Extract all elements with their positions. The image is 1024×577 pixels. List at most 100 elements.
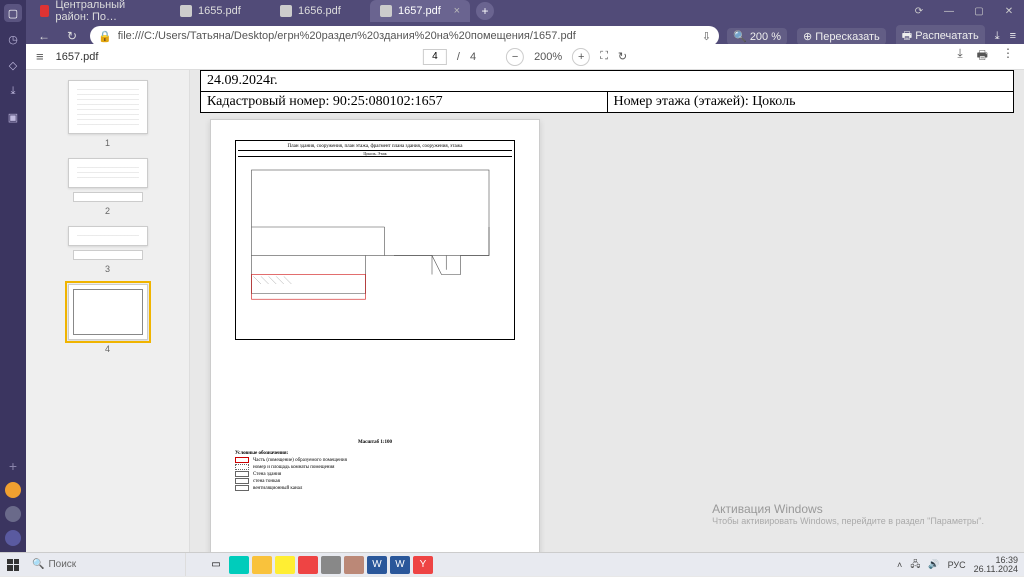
meta-cadastral: Кадастровый номер: 90:25:080102:1657 [201, 92, 608, 113]
rail-app-3[interactable] [5, 530, 21, 546]
address-bar[interactable]: 🔒 file:///C:/Users/Татьяна/Desktop/егрн%… [90, 26, 719, 46]
rotate-icon[interactable]: ↻ [618, 50, 627, 63]
meta-date: 24.09.2024г. [201, 71, 1014, 92]
page-scroll[interactable]: 24.09.2024г. Кадастровый номер: 90:25:08… [190, 70, 1024, 552]
zoom-out-button[interactable]: − [506, 48, 524, 66]
thumbnail-3b[interactable] [73, 250, 143, 260]
thumbnail-2a[interactable] [68, 158, 148, 188]
lang-indicator[interactable]: РУС [948, 560, 966, 570]
zoom-in-button[interactable]: + [572, 48, 590, 66]
yandex-icon[interactable] [298, 556, 318, 574]
meta-floor: Номер этажа (этажей): Цоколь [607, 92, 1014, 113]
windows-logo-icon [7, 559, 19, 571]
start-button[interactable] [0, 553, 26, 577]
zoom-level: 200% [534, 51, 562, 63]
download-icon[interactable]: ⤓ [957, 46, 962, 67]
folder-icon[interactable] [252, 556, 272, 574]
legend-title: Условные обозначения: [235, 451, 515, 456]
reload-button[interactable]: ↻ [62, 26, 82, 46]
tray-up-icon[interactable]: ˄ [897, 560, 902, 570]
taskbar: 🔍Поиск ▭ W W Y ˄ 🖧 🔊 РУС 16:39 26.11.202… [0, 552, 1024, 576]
rail-icon-note[interactable]: ▣ [4, 108, 22, 126]
minimize-button[interactable]: — [934, 0, 964, 22]
volume-icon[interactable]: 🔊 [928, 559, 939, 570]
network-icon[interactable]: 🖧 [910, 557, 920, 573]
thumbnail-3a[interactable] [68, 226, 148, 246]
system-tray: ˄ 🖧 🔊 РУС 16:39 26.11.2024 [897, 556, 1024, 574]
tab-4[interactable]: 1657.pdf × [370, 0, 470, 22]
pdf-title: 1657.pdf [56, 51, 99, 63]
edge-icon[interactable] [229, 556, 249, 574]
plan-title: План здания, сооружения, план этажа, фра… [238, 143, 512, 151]
pdf-favicon [380, 5, 392, 17]
thumbnail-4[interactable] [68, 284, 148, 340]
thumbnail-num: 1 [105, 138, 110, 148]
app-icon[interactable] [275, 556, 295, 574]
thumbnail-1[interactable] [68, 80, 148, 134]
legend: Условные обозначения: Часть (помещение) … [235, 451, 515, 491]
menu-icon[interactable]: ≡ [1010, 30, 1016, 42]
tab-1[interactable]: Центральный район: По… [30, 0, 170, 22]
page-total: 4 [470, 51, 476, 63]
close-icon[interactable]: × [454, 5, 460, 17]
new-tab-button[interactable]: + [476, 2, 494, 20]
tab-3[interactable]: 1656.pdf [270, 0, 370, 22]
thumbnail-num: 3 [105, 264, 110, 274]
retell-button[interactable]: ⊕ Пересказать [797, 28, 886, 45]
back-button[interactable]: ← [34, 26, 54, 46]
yandex-browser-icon[interactable]: Y [413, 556, 433, 574]
pdf-favicon [280, 5, 292, 17]
download-icon[interactable]: ⤓ [995, 30, 1000, 43]
rail-add-icon[interactable]: + [9, 458, 17, 474]
legend-item: номер и площадь комнаты помещения [253, 465, 334, 470]
search-icon: 🔍 [32, 559, 44, 570]
app-icon[interactable] [344, 556, 364, 574]
url-text: file:///C:/Users/Татьяна/Desktop/егрн%20… [118, 30, 696, 42]
tab-label: 1657.pdf [398, 5, 441, 17]
scale-text: Масштаб 1:100 [235, 440, 515, 445]
taskbar-search[interactable]: 🔍Поиск [26, 553, 186, 576]
tab-label: 1656.pdf [298, 5, 341, 17]
rail-icon-download[interactable]: ⤓ [4, 82, 22, 100]
rail-app-1[interactable] [5, 482, 21, 498]
pdf-toolbar: ≡ 1657.pdf / 4 − 200% + ⛶ ↻ ⤓ 🖶 ⋮ [26, 44, 1024, 70]
plan-subtitle: Цоколь. Этаж [238, 151, 512, 157]
word-icon[interactable]: W [390, 556, 410, 574]
close-button[interactable]: ✕ [994, 0, 1024, 22]
floor-plan [242, 159, 508, 333]
more-icon[interactable]: ⋮ [1002, 46, 1014, 67]
maximize-button[interactable]: ▢ [964, 0, 994, 22]
tab-label: 1655.pdf [198, 5, 241, 17]
tab-favicon [40, 5, 49, 17]
taskview-icon[interactable]: ▭ [206, 556, 226, 574]
windows-activation-watermark: Активация Windows Чтобы активировать Win… [712, 502, 984, 526]
zoom-indicator[interactable]: 🔍 200 % [727, 28, 787, 45]
page-input[interactable] [423, 49, 447, 65]
lock-icon: 🔒 [98, 30, 112, 43]
rail-icon-square[interactable]: ▢ [4, 4, 22, 22]
thumbnail-panel[interactable]: 1 2 3 4 [26, 70, 190, 552]
rail-icon-bookmark[interactable]: ◇ [4, 56, 22, 74]
tab-label: Центральный район: По… [55, 0, 160, 23]
print-icon[interactable]: 🖶 [977, 46, 988, 67]
tray-clock[interactable]: 16:39 26.11.2024 [974, 556, 1018, 574]
app-icon[interactable] [321, 556, 341, 574]
rail-icon-clock[interactable]: ◷ [4, 30, 22, 48]
word-icon[interactable]: W [367, 556, 387, 574]
plan-frame: План здания, сооружения, план этажа, фра… [235, 140, 515, 340]
rail-app-2[interactable] [5, 506, 21, 522]
drawing-sheet: План здания, сооружения, план этажа, фра… [210, 119, 540, 552]
hamburger-icon[interactable]: ≡ [36, 49, 44, 64]
watermark-sub: Чтобы активировать Windows, перейдите в … [712, 516, 984, 526]
tray-date: 26.11.2024 [974, 565, 1018, 574]
pdf-favicon [180, 5, 192, 17]
fit-icon[interactable]: ⛶ [600, 50, 608, 63]
legend-item: вентиляционный канал [253, 486, 302, 491]
thumbnail-2b[interactable] [73, 192, 143, 202]
sync-icon[interactable]: ⟳ [904, 0, 934, 22]
tab-2[interactable]: 1655.pdf [170, 0, 270, 22]
legend-item: Часть (помещение) образуемого помещения [253, 458, 347, 463]
window-controls: ⟳ — ▢ ✕ [904, 0, 1024, 22]
legend-item: стена тонкая [253, 479, 280, 484]
bookmark-icon[interactable]: ⇩ [702, 30, 711, 43]
